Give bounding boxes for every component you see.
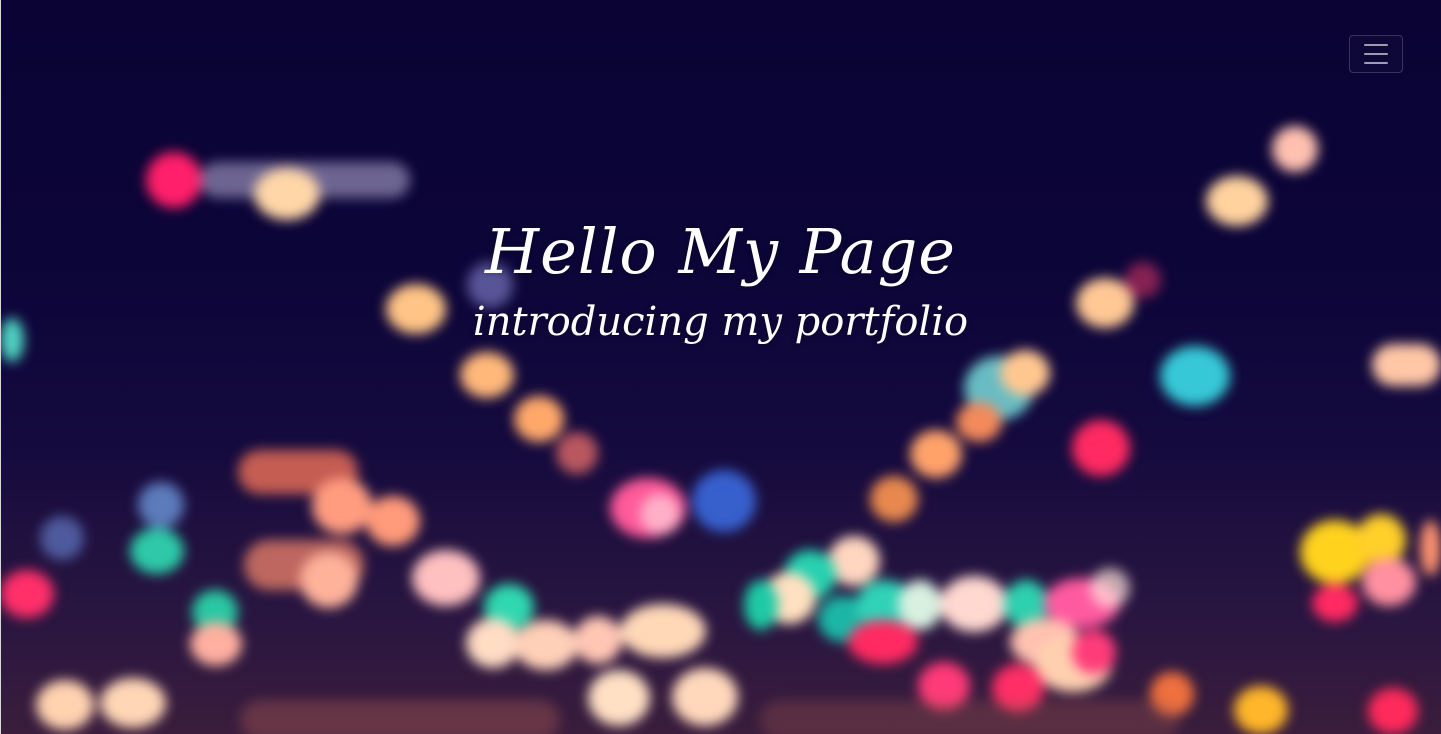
menu-toggle-button[interactable] <box>1349 35 1403 73</box>
hero-heading-block: Hello My Page introducing my portfolio <box>0 210 1441 346</box>
hamburger-menu-icon <box>1364 44 1388 46</box>
page-left-border <box>0 0 1 734</box>
hamburger-menu-icon-bar <box>1364 53 1388 55</box>
hero-section: Hello My Page introducing my portfolio <box>0 0 1441 734</box>
hero-subtitle: introducing my portfolio <box>472 299 969 345</box>
hamburger-menu-icon-bar <box>1364 62 1388 64</box>
hero-title: Hello My Page <box>485 215 956 288</box>
bokeh-background <box>0 0 1441 734</box>
